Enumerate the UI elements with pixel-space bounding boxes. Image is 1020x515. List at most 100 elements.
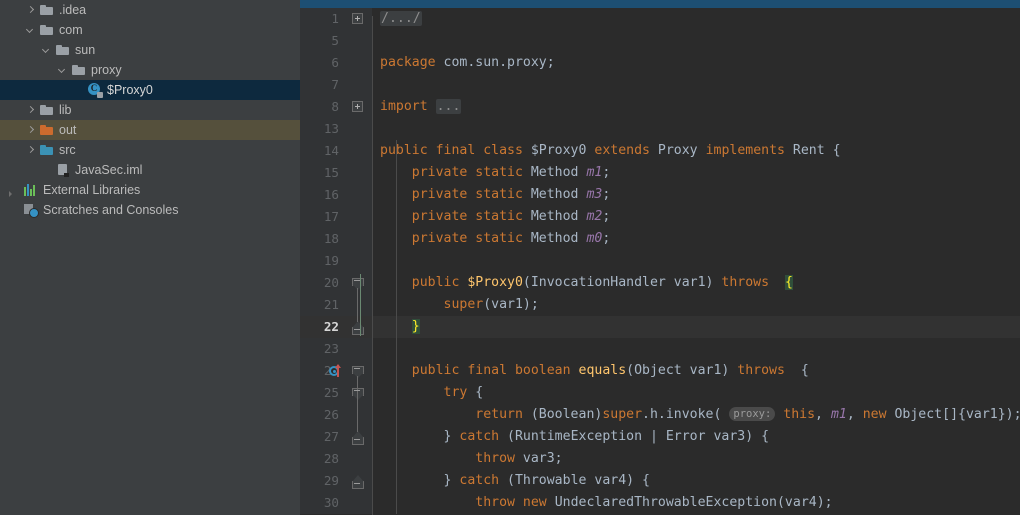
tree-item-sun[interactable]: sun <box>0 40 300 60</box>
code-lines-container[interactable]: 1 /.../ 5 6 package com.sun.proxy; 7 8 import .… <box>300 8 1020 515</box>
code-line-26[interactable]: 26 return (Boolean)super.h.invoke( proxy… <box>300 404 1020 426</box>
library-bar <box>27 184 29 196</box>
chevron-right-icon[interactable] <box>24 4 37 17</box>
tree-item-com[interactable]: com <box>0 20 300 40</box>
chevron-right-icon[interactable] <box>24 104 37 117</box>
gutter-markers[interactable] <box>345 492 372 514</box>
code-line-30[interactable]: 30 throw new UndeclaredThrowableExceptio… <box>300 492 1020 514</box>
token-txt: ; <box>602 209 611 224</box>
gutter-markers[interactable] <box>345 250 372 272</box>
token-txt: , <box>846 407 863 422</box>
code-line-20[interactable]: 20 public $Proxy0(InvocationHandler var1… <box>300 272 1020 294</box>
gutter-markers[interactable] <box>345 470 372 492</box>
code-line-text <box>372 74 1020 96</box>
token-txt: (Boolean) <box>522 407 603 422</box>
gutter-markers[interactable] <box>345 30 372 52</box>
gutter-markers[interactable] <box>329 360 372 382</box>
tree-item-idea[interactable]: .idea <box>0 0 300 20</box>
gutter-markers[interactable] <box>345 316 372 338</box>
editor-pane[interactable]: 1 /.../ 5 6 package com.sun.proxy; 7 8 import .… <box>300 0 1020 515</box>
tree-item-out[interactable]: out <box>0 120 300 140</box>
token-kw: private static <box>380 231 531 246</box>
code-line-1[interactable]: 1 /.../ <box>300 8 1020 30</box>
token-kw: public final boolean <box>380 363 579 378</box>
code-line-14[interactable]: 14 public final class $Proxy0 extends Pro… <box>300 140 1020 162</box>
gutter-markers[interactable] <box>345 228 372 250</box>
library-bar <box>24 187 26 196</box>
folder-grey-icon <box>39 22 55 38</box>
line-number: 14 <box>300 140 345 162</box>
code-line-8[interactable]: 8 import ... <box>300 96 1020 118</box>
code-line-23[interactable]: 23 <box>300 338 1020 360</box>
code-line-25[interactable]: 25 try { <box>300 382 1020 404</box>
code-line-28[interactable]: 28 throw var3; <box>300 448 1020 470</box>
gutter-markers[interactable] <box>345 426 372 448</box>
tree-item-external-libraries[interactable]: External Libraries <box>0 180 300 200</box>
project-tree[interactable]: .idea com sun proxy C $Proxy0 lib out src JavaSec… <box>0 0 300 220</box>
token-txt: (Throwable var4) { <box>499 473 650 488</box>
line-number: 19 <box>300 250 345 272</box>
gutter-markers[interactable] <box>345 184 372 206</box>
code-line-24[interactable]: 24 public final boolean equals(Object va… <box>300 360 1020 382</box>
tree-item-src[interactable]: src <box>0 140 300 160</box>
chevron-right-icon[interactable] <box>24 124 37 137</box>
gutter-markers[interactable] <box>345 404 372 426</box>
chevron-right-icon[interactable] <box>9 190 12 197</box>
code-line-29[interactable]: 29 } catch (Throwable var4) { <box>300 470 1020 492</box>
token-txt: var3; <box>514 451 563 466</box>
line-number: 13 <box>300 118 345 140</box>
token-txt: Method <box>530 231 587 246</box>
tree-item-label: Scratches and Consoles <box>43 203 179 217</box>
gutter-markers[interactable] <box>345 338 372 360</box>
chevron-down-icon[interactable] <box>40 44 53 57</box>
implements-method-icon[interactable] <box>329 364 341 377</box>
chevron-right-icon[interactable] <box>24 144 37 157</box>
code-line-19[interactable]: 19 <box>300 250 1020 272</box>
code-line-15[interactable]: 15 private static Method m1; <box>300 162 1020 184</box>
gutter-markers[interactable] <box>345 294 372 316</box>
folder-blue-icon <box>39 142 55 158</box>
code-line-16[interactable]: 16 private static Method m3; <box>300 184 1020 206</box>
token-kw: try <box>443 385 468 400</box>
gutter-markers[interactable] <box>345 448 372 470</box>
gutter-markers[interactable] <box>345 206 372 228</box>
gutter-markers[interactable] <box>345 162 372 184</box>
code-line-17[interactable]: 17 private static Method m2; <box>300 206 1020 228</box>
fold-collapse-end-icon[interactable] <box>351 320 364 335</box>
line-number: 21 <box>300 294 345 316</box>
code-line-5[interactable]: 5 <box>300 30 1020 52</box>
code-line-text <box>372 250 1020 272</box>
code-line-27[interactable]: 27 } catch (RuntimeException | Error var… <box>300 426 1020 448</box>
code-line-22[interactable]: 22 } <box>300 316 1020 338</box>
gutter-markers[interactable] <box>345 382 372 404</box>
fold-expand-icon[interactable] <box>352 101 363 112</box>
code-line-21[interactable]: 21 super(var1); <box>300 294 1020 316</box>
gutter-markers[interactable] <box>345 52 372 74</box>
code-line-13[interactable]: 13 <box>300 118 1020 140</box>
token-kw: super <box>602 407 643 422</box>
token-txt: Proxy <box>657 143 706 158</box>
code-line-6[interactable]: 6 package com.sun.proxy; <box>300 52 1020 74</box>
gutter-markers[interactable] <box>345 96 372 118</box>
fold-expand-icon[interactable] <box>352 13 363 24</box>
chevron-down-icon[interactable] <box>56 64 69 77</box>
gutter-markers[interactable] <box>345 272 372 294</box>
project-tool-window[interactable]: .idea com sun proxy C $Proxy0 lib out src JavaSec… <box>0 0 300 515</box>
token-fold: ... <box>435 99 462 114</box>
code-line-18[interactable]: 18 private static Method m0; <box>300 228 1020 250</box>
fold-collapse-end-icon[interactable] <box>351 430 364 445</box>
token-kw: return <box>475 407 523 422</box>
code-line-7[interactable]: 7 <box>300 74 1020 96</box>
fold-collapse-end-icon[interactable] <box>351 474 364 489</box>
tree-item-scratches-and-consoles[interactable]: Scratches and Consoles <box>0 200 300 220</box>
gutter-markers[interactable] <box>345 140 372 162</box>
tree-item-proxy[interactable]: proxy <box>0 60 300 80</box>
gutter-markers[interactable] <box>345 118 372 140</box>
tree-item-javasec-iml[interactable]: JavaSec.iml <box>0 160 300 180</box>
token-txt: { <box>467 385 484 400</box>
tree-item-lib[interactable]: lib <box>0 100 300 120</box>
chevron-down-icon[interactable] <box>24 24 37 37</box>
gutter-markers[interactable] <box>345 74 372 96</box>
gutter-markers[interactable] <box>345 8 372 30</box>
tree-item-proxy0[interactable]: C $Proxy0 <box>0 80 300 100</box>
